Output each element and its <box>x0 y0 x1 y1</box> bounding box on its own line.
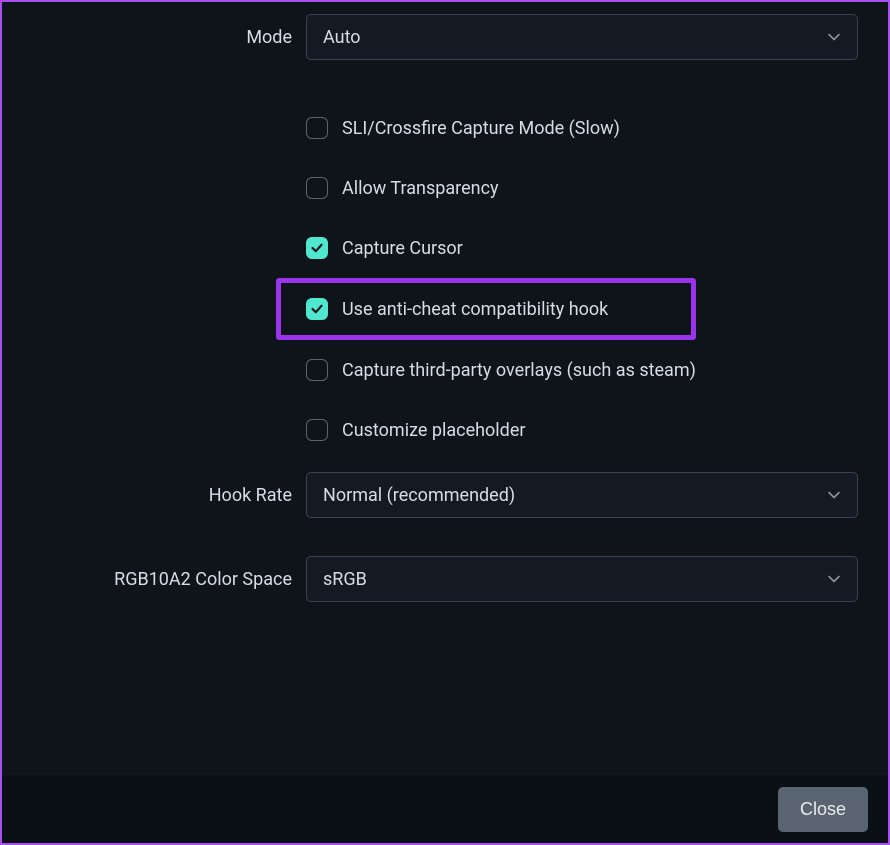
capture-cursor-checkbox-row[interactable]: Capture Cursor <box>306 218 858 278</box>
transparency-checkbox-row[interactable]: Allow Transparency <box>306 158 858 218</box>
hook-rate-label: Hook Rate <box>32 485 306 506</box>
sli-crossfire-checkbox[interactable] <box>306 117 328 139</box>
anticheat-checkbox[interactable] <box>306 298 328 320</box>
placeholder-checkbox-row[interactable]: Customize placeholder <box>306 400 858 460</box>
capture-cursor-checkbox[interactable] <box>306 237 328 259</box>
mode-label: Mode <box>32 27 306 48</box>
checkmark-icon <box>310 241 324 255</box>
overlays-label: Capture third-party overlays (such as st… <box>342 360 696 381</box>
placeholder-label: Customize placeholder <box>342 420 525 441</box>
mode-select-value: Auto <box>323 27 361 48</box>
color-space-select-value: sRGB <box>323 569 367 590</box>
color-space-label: RGB10A2 Color Space <box>32 569 306 590</box>
hook-rate-select[interactable]: Normal (recommended) <box>306 472 858 518</box>
color-space-select[interactable]: sRGB <box>306 556 858 602</box>
chevron-down-icon <box>827 30 841 44</box>
chevron-down-icon <box>827 572 841 586</box>
overlays-checkbox[interactable] <box>306 359 328 381</box>
transparency-label: Allow Transparency <box>342 178 499 199</box>
sli-crossfire-checkbox-row[interactable]: SLI/Crossfire Capture Mode (Slow) <box>306 98 858 158</box>
placeholder-checkbox[interactable] <box>306 419 328 441</box>
chevron-down-icon <box>827 488 841 502</box>
dialog-footer: Close <box>2 775 888 843</box>
checkmark-icon <box>310 302 324 316</box>
anticheat-label: Use anti-cheat compatibility hook <box>342 299 608 320</box>
sli-crossfire-label: SLI/Crossfire Capture Mode (Slow) <box>342 118 620 139</box>
transparency-checkbox[interactable] <box>306 177 328 199</box>
mode-select[interactable]: Auto <box>306 14 858 60</box>
overlays-checkbox-row[interactable]: Capture third-party overlays (such as st… <box>306 340 858 400</box>
close-button[interactable]: Close <box>778 787 868 832</box>
hook-rate-select-value: Normal (recommended) <box>323 485 515 506</box>
anticheat-checkbox-row[interactable]: Use anti-cheat compatibility hook <box>276 278 696 340</box>
capture-cursor-label: Capture Cursor <box>342 238 463 259</box>
